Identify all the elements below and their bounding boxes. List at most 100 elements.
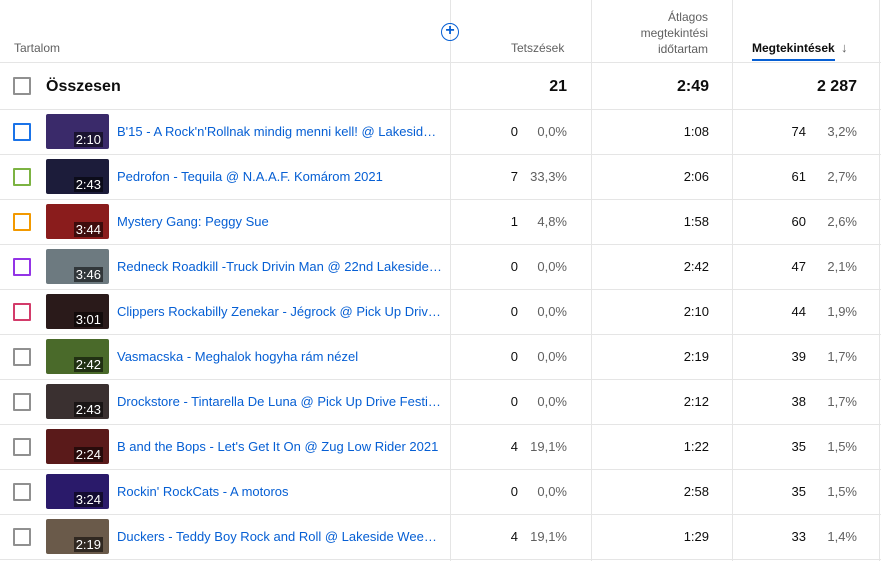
row-views: 39 <box>791 348 806 364</box>
video-duration: 3:46 <box>73 267 103 282</box>
column-header-avg-line3: időtartam <box>657 42 708 56</box>
row-checkbox[interactable] <box>13 437 31 456</box>
video-thumbnail[interactable]: 2:43 <box>46 384 109 419</box>
row-checkbox[interactable] <box>13 257 31 276</box>
row-checkbox[interactable] <box>13 212 31 231</box>
row-likes-percent: 19,1% <box>530 438 567 454</box>
row-likes-percent: 0,0% <box>537 483 567 499</box>
row-likes-percent: 19,1% <box>530 528 567 544</box>
row-views-percent: 3,2% <box>827 123 857 139</box>
video-thumbnail[interactable]: 3:24 <box>46 474 109 509</box>
row-views: 38 <box>791 393 806 409</box>
column-divider <box>591 0 592 561</box>
video-thumbnail[interactable]: 2:10 <box>46 114 109 149</box>
video-title-link[interactable]: Duckers - Teddy Boy Rock and Roll @ Lake… <box>117 529 443 544</box>
column-header-avg-line1: Átlagos <box>667 10 708 24</box>
row-views: 47 <box>791 258 806 274</box>
row-avg-duration: 1:22 <box>683 438 709 454</box>
row-checkbox[interactable] <box>13 482 31 501</box>
video-thumbnail[interactable]: 3:46 <box>46 249 109 284</box>
row-divider <box>0 289 881 290</box>
row-views-percent: 2,1% <box>827 258 857 274</box>
row-views: 35 <box>791 438 806 454</box>
row-likes-percent: 0,0% <box>537 393 567 409</box>
video-thumbnail[interactable]: 3:44 <box>46 204 109 239</box>
row-divider <box>0 244 881 245</box>
row-views: 60 <box>791 213 806 229</box>
video-duration: 3:01 <box>73 312 103 327</box>
video-title-link[interactable]: Redneck Roadkill -Truck Drivin Man @ 22n… <box>117 259 443 274</box>
video-title-link[interactable]: Drockstore - Tintarella De Luna @ Pick U… <box>117 394 443 409</box>
video-duration: 3:44 <box>73 222 103 237</box>
video-title-link[interactable]: Rockin' RockCats - A motoros <box>117 484 443 499</box>
row-views: 33 <box>791 528 806 544</box>
row-checkbox[interactable] <box>13 167 31 186</box>
row-divider <box>0 334 881 335</box>
total-views: 2 287 <box>816 78 857 95</box>
total-likes: 21 <box>549 78 567 95</box>
row-likes-percent: 0,0% <box>537 303 567 319</box>
row-avg-duration: 2:58 <box>683 483 709 499</box>
row-likes: 0 <box>510 393 518 409</box>
row-divider <box>0 559 881 560</box>
video-thumbnail[interactable]: 2:43 <box>46 159 109 194</box>
column-header-avg-line2: megtekintési <box>640 26 708 40</box>
video-title-link[interactable]: Vasmacska - Meghalok hogyha rám nézel <box>117 349 443 364</box>
row-avg-duration: 1:29 <box>683 528 709 544</box>
video-thumbnail[interactable]: 3:01 <box>46 294 109 329</box>
column-divider <box>450 0 451 561</box>
total-label: Összesen <box>46 78 121 95</box>
row-divider <box>0 62 881 63</box>
row-avg-duration: 2:06 <box>683 168 709 184</box>
video-duration: 2:19 <box>73 537 103 552</box>
row-views-percent: 2,7% <box>827 168 857 184</box>
row-checkbox[interactable] <box>13 392 31 411</box>
video-title-link[interactable]: Mystery Gang: Peggy Sue <box>117 214 443 229</box>
row-divider <box>0 154 881 155</box>
row-avg-duration: 2:12 <box>683 393 709 409</box>
row-avg-duration: 1:58 <box>683 213 709 229</box>
video-thumbnail[interactable]: 2:19 <box>46 519 109 554</box>
video-thumbnail[interactable]: 2:42 <box>46 339 109 374</box>
row-checkbox[interactable] <box>13 302 31 321</box>
row-divider <box>0 424 881 425</box>
row-likes: 0 <box>510 303 518 319</box>
row-divider <box>0 514 881 515</box>
video-title-link[interactable]: B and the Bops - Let's Get It On @ Zug L… <box>117 439 443 454</box>
video-duration: 2:43 <box>73 402 103 417</box>
row-likes: 1 <box>510 213 518 229</box>
row-likes-percent: 33,3% <box>530 168 567 184</box>
row-checkbox[interactable] <box>13 527 31 546</box>
row-likes-percent: 0,0% <box>537 258 567 274</box>
column-divider <box>879 0 880 561</box>
video-title-link[interactable]: B'15 - A Rock'n'Rollnak mindig menni kel… <box>117 124 443 139</box>
column-header-content[interactable]: Tartalom <box>14 41 60 55</box>
row-avg-duration: 2:42 <box>683 258 709 274</box>
column-header-likes[interactable]: Tetszések <box>511 41 564 55</box>
video-title-link[interactable]: Pedrofon - Tequila @ N.A.A.F. Komárom 20… <box>117 169 443 184</box>
column-header-views[interactable]: Megtekintések <box>752 41 835 61</box>
row-likes: 0 <box>510 483 518 499</box>
row-divider <box>0 109 881 110</box>
row-divider <box>0 199 881 200</box>
analytics-table: Tartalom + Tetszések Átlagos megtekintés… <box>0 0 881 561</box>
row-views: 44 <box>791 303 806 319</box>
arrow-down-icon[interactable]: ↓ <box>841 40 848 55</box>
row-checkbox[interactable] <box>13 122 31 141</box>
video-thumbnail[interactable]: 2:24 <box>46 429 109 464</box>
video-duration: 2:24 <box>73 447 103 462</box>
row-likes: 0 <box>510 258 518 274</box>
row-divider <box>0 379 881 380</box>
row-views-percent: 1,5% <box>827 438 857 454</box>
video-title-link[interactable]: Clippers Rockabilly Zenekar - Jégrock @ … <box>117 304 443 319</box>
row-divider <box>0 469 881 470</box>
plus-circle-icon[interactable]: + <box>441 23 459 41</box>
row-views-percent: 2,6% <box>827 213 857 229</box>
column-header-avg-view-duration[interactable]: Átlagos megtekintési időtartam <box>568 9 708 57</box>
row-checkbox[interactable] <box>13 347 31 366</box>
row-views-percent: 1,9% <box>827 303 857 319</box>
row-views-percent: 1,7% <box>827 393 857 409</box>
select-all-checkbox[interactable] <box>13 77 31 95</box>
row-avg-duration: 1:08 <box>683 123 709 139</box>
row-likes-percent: 0,0% <box>537 123 567 139</box>
